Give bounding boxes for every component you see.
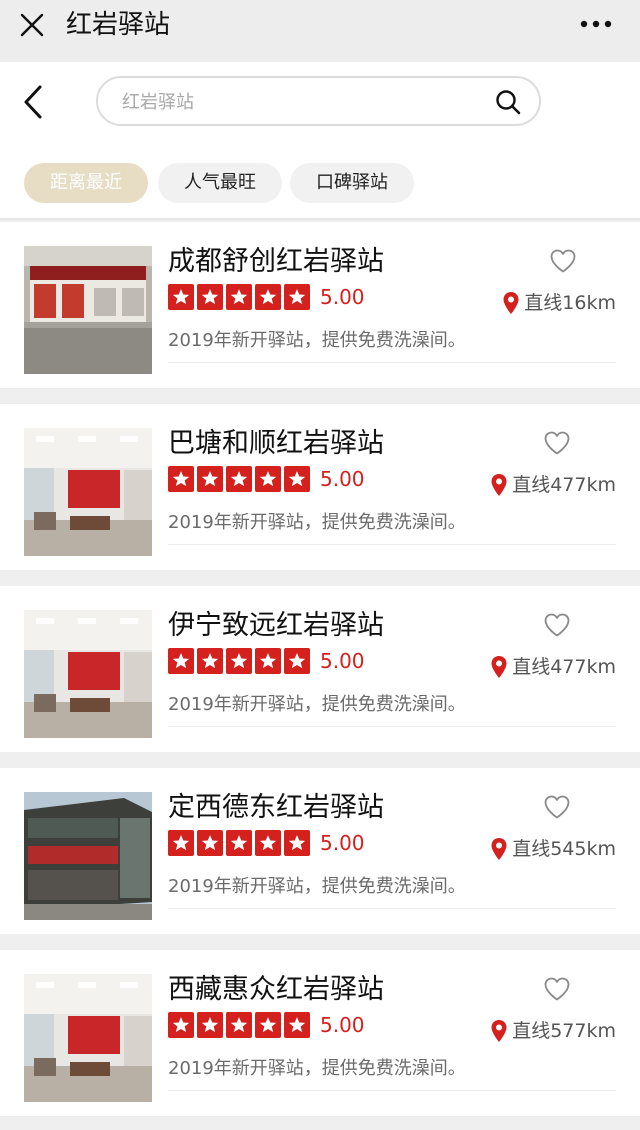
star-icon — [197, 648, 223, 674]
location-pin-icon — [491, 838, 507, 860]
divider — [168, 726, 616, 727]
star-rating — [168, 1012, 310, 1038]
star-icon — [168, 830, 194, 856]
heart-outline-icon[interactable] — [543, 976, 571, 1002]
star-rating — [168, 648, 310, 674]
star-icon — [255, 284, 281, 310]
search-icon[interactable] — [495, 89, 521, 115]
station-photo — [24, 428, 152, 556]
back-arrow-icon[interactable] — [20, 84, 48, 120]
star-rating — [168, 466, 310, 492]
star-icon — [226, 466, 252, 492]
station-name[interactable]: 西藏惠众红岩驿站 — [168, 970, 384, 1010]
station-name[interactable]: 伊宁致远红岩驿站 — [168, 606, 384, 646]
station-card[interactable]: 西藏惠众红岩驿站 5.00 2019年新开驿站，提供免费洗澡间。 直线577km — [0, 950, 640, 1116]
station-name[interactable]: 定西德东红岩驿站 — [168, 788, 384, 828]
distance: 直线16km — [502, 288, 616, 318]
location-pin-icon — [491, 474, 507, 496]
star-icon — [284, 648, 310, 674]
more-icon[interactable] — [580, 20, 612, 28]
star-icon — [255, 1012, 281, 1038]
distance: 直线545km — [490, 834, 616, 864]
location-pin-icon — [491, 656, 507, 678]
star-icon — [255, 648, 281, 674]
station-card[interactable]: 成都舒创红岩驿站 5.00 2019年新开驿站，提供免费洗澡间。 直线16km — [0, 222, 640, 388]
rating-value: 5.00 — [320, 649, 365, 673]
station-description: 2019年新开驿站，提供免费洗澡间。 — [168, 512, 466, 533]
station-photo — [24, 792, 152, 920]
star-icon — [226, 648, 252, 674]
station-card[interactable]: 伊宁致远红岩驿站 5.00 2019年新开驿站，提供免费洗澡间。 直线477km — [0, 586, 640, 752]
station-photo — [24, 610, 152, 738]
filter-chip-nearest[interactable]: 距离最近 — [24, 163, 148, 203]
star-icon — [168, 284, 194, 310]
distance-text: 直线477km — [512, 474, 616, 496]
rating-value: 5.00 — [320, 1013, 365, 1037]
star-icon — [226, 284, 252, 310]
star-icon — [226, 1012, 252, 1038]
distance: 直线477km — [490, 652, 616, 682]
station-description: 2019年新开驿站，提供免费洗澡间。 — [168, 876, 466, 897]
heart-outline-icon[interactable] — [543, 794, 571, 820]
filter-chip-popular[interactable]: 人气最旺 — [158, 163, 282, 203]
star-icon — [255, 466, 281, 492]
star-icon — [168, 1012, 194, 1038]
filter-bar: 距离最近 人气最旺 口碑驿站 — [0, 142, 640, 218]
star-icon — [197, 284, 223, 310]
search-input[interactable] — [120, 86, 484, 118]
distance-text: 直线577km — [512, 1020, 616, 1042]
station-card[interactable]: 定西德东红岩驿站 5.00 2019年新开驿站，提供免费洗澡间。 直线545km — [0, 768, 640, 934]
distance-text: 直线545km — [512, 838, 616, 860]
distance-text: 直线16km — [524, 292, 616, 314]
distance: 直线577km — [490, 1016, 616, 1046]
divider — [0, 218, 640, 220]
star-icon — [197, 830, 223, 856]
divider — [168, 1090, 616, 1091]
star-icon — [255, 830, 281, 856]
rating-value: 5.00 — [320, 467, 365, 491]
station-description: 2019年新开驿站，提供免费洗澡间。 — [168, 1058, 466, 1079]
window-title: 红岩驿站 — [66, 10, 171, 40]
star-icon — [226, 830, 252, 856]
station-name[interactable]: 巴塘和顺红岩驿站 — [168, 424, 384, 464]
divider — [168, 544, 616, 545]
distance-text: 直线477km — [512, 656, 616, 678]
rating-value: 5.00 — [320, 285, 365, 309]
rating-value: 5.00 — [320, 831, 365, 855]
search-row — [0, 62, 640, 142]
search-box[interactable] — [96, 76, 541, 126]
star-rating — [168, 830, 310, 856]
star-icon — [284, 466, 310, 492]
star-icon — [197, 1012, 223, 1038]
close-icon[interactable] — [18, 11, 46, 39]
star-icon — [284, 284, 310, 310]
star-icon — [284, 1012, 310, 1038]
star-icon — [168, 648, 194, 674]
station-name[interactable]: 成都舒创红岩驿站 — [168, 242, 384, 282]
filter-chip-reputation[interactable]: 口碑驿站 — [290, 163, 414, 203]
heart-outline-icon[interactable] — [543, 430, 571, 456]
heart-outline-icon[interactable] — [549, 248, 577, 274]
station-description: 2019年新开驿站，提供免费洗澡间。 — [168, 330, 466, 351]
location-pin-icon — [491, 1020, 507, 1042]
title-bar: 红岩驿站 — [0, 0, 640, 62]
heart-outline-icon[interactable] — [543, 612, 571, 638]
station-photo — [24, 246, 152, 374]
star-rating — [168, 284, 310, 310]
divider — [168, 362, 616, 363]
star-icon — [284, 830, 310, 856]
divider — [168, 908, 616, 909]
station-card[interactable]: 巴塘和顺红岩驿站 5.00 2019年新开驿站，提供免费洗澡间。 直线477km — [0, 404, 640, 570]
star-icon — [168, 466, 194, 492]
location-pin-icon — [503, 292, 519, 314]
star-icon — [197, 466, 223, 492]
distance: 直线477km — [490, 470, 616, 500]
station-photo — [24, 974, 152, 1102]
station-description: 2019年新开驿站，提供免费洗澡间。 — [168, 694, 466, 715]
